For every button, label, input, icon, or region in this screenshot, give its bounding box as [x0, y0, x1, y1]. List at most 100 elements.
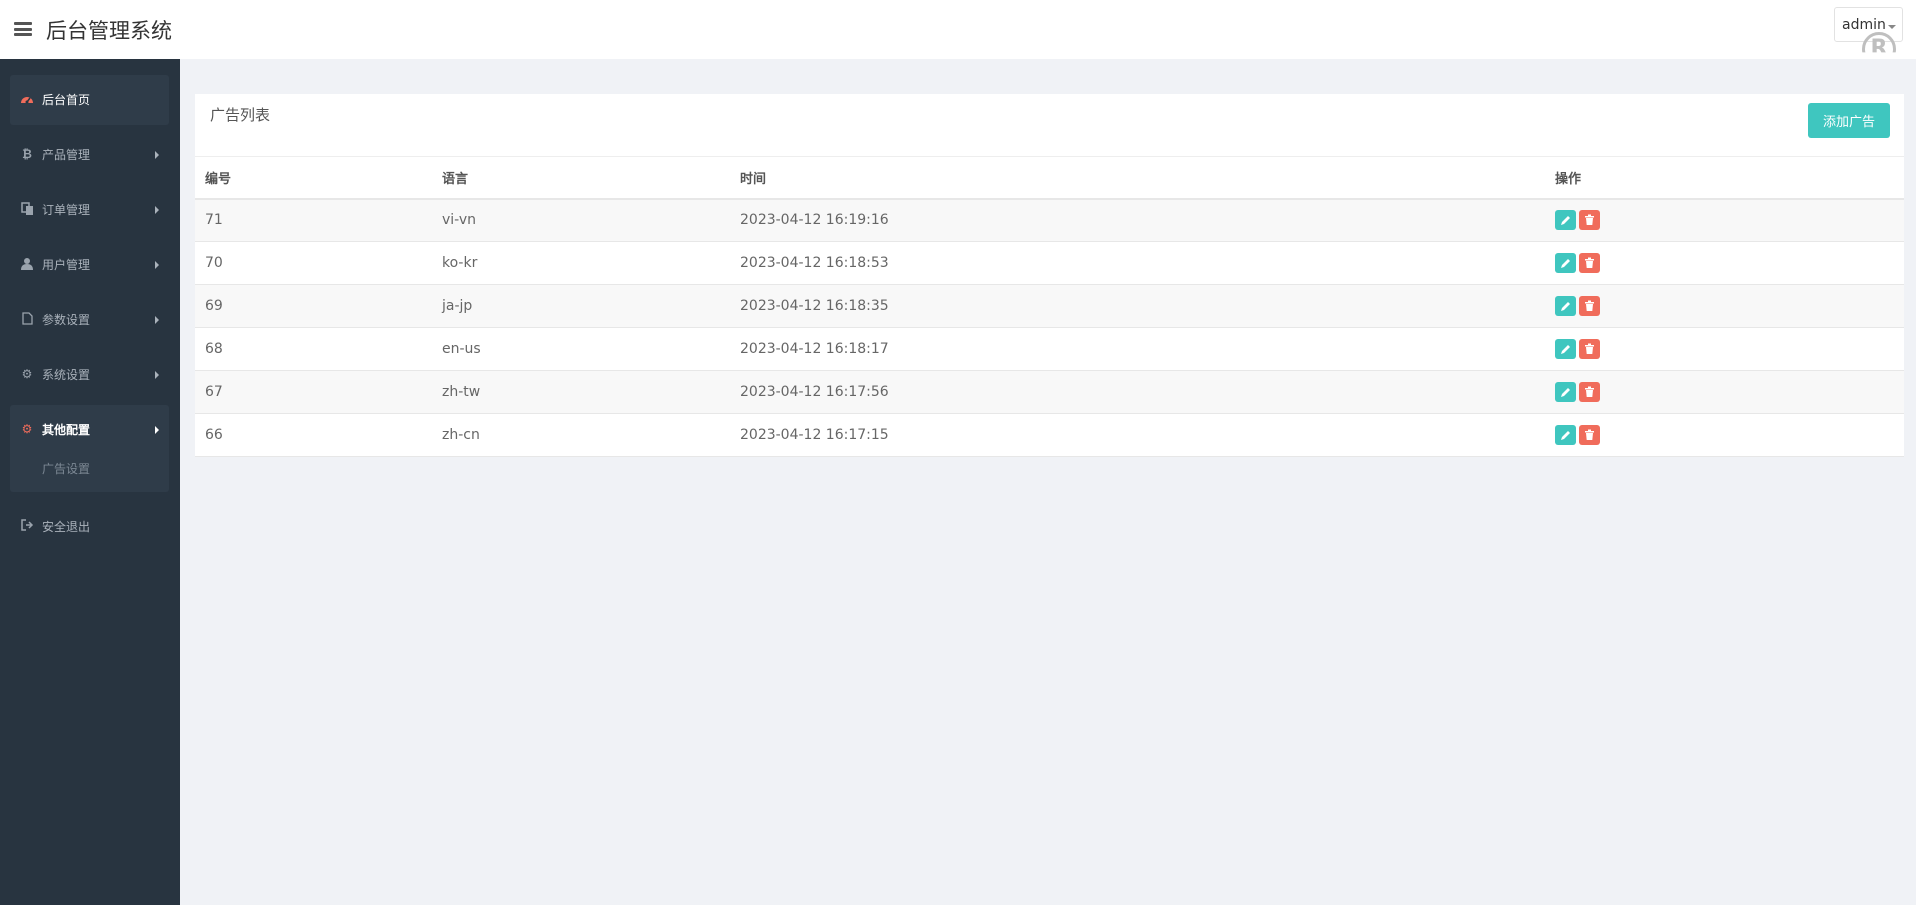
caret-right-icon: [155, 206, 159, 214]
caret-right-icon: [155, 371, 159, 379]
bitcoin-icon: ₿: [22, 147, 32, 161]
trash-icon: [1585, 214, 1594, 226]
sidebar-item-home[interactable]: 后台首页: [10, 75, 169, 125]
delete-button[interactable]: [1579, 296, 1600, 316]
cell-actions: [1555, 284, 1904, 328]
edit-button[interactable]: [1555, 339, 1576, 359]
edit-button[interactable]: [1555, 382, 1576, 402]
user-icon: [20, 257, 34, 271]
sidebar-item-label: 系统设置: [42, 368, 91, 382]
sidebar-item-logout[interactable]: 安全退出: [10, 502, 169, 552]
sidebar-item-label: 其他配置: [42, 423, 91, 437]
sidebar-item-label: 用户管理: [42, 258, 91, 272]
sidebar-item-params[interactable]: 参数设置: [10, 295, 169, 345]
trash-icon: [1585, 429, 1594, 440]
table-row: 71 vi-vn 2023-04-12 16:19:16: [195, 198, 1904, 242]
column-header-actions: 操作: [1555, 156, 1904, 200]
cell-time: 2023-04-12 16:18:53: [740, 241, 1555, 285]
sidebar-item-other[interactable]: ⚙ 其他配置 广告设置: [10, 405, 169, 492]
column-header-id: 编号: [195, 156, 442, 200]
add-ad-button[interactable]: 添加广告: [1808, 103, 1890, 138]
edit-button[interactable]: [1555, 253, 1576, 273]
cell-time: 2023-04-12 16:17:56: [740, 370, 1555, 414]
panel-title: 广告列表: [210, 106, 271, 124]
registered-mark-icon: R: [1862, 32, 1896, 53]
sidebar-item-products[interactable]: ₿ 产品管理: [10, 130, 169, 180]
sidebar-item-label: 订单管理: [42, 203, 91, 217]
delete-button[interactable]: [1579, 382, 1600, 402]
delete-button[interactable]: [1579, 210, 1600, 231]
app-title: 后台管理系统: [46, 19, 172, 43]
cell-time: 2023-04-12 16:17:15: [740, 413, 1555, 457]
pencil-icon: [1561, 259, 1570, 268]
cell-actions: [1555, 198, 1904, 242]
cell-time: 2023-04-12 16:19:16: [740, 198, 1555, 242]
cell-actions: [1555, 370, 1904, 414]
dashboard-icon: [20, 92, 34, 106]
edit-button[interactable]: [1555, 296, 1576, 316]
trash-icon: [1585, 300, 1594, 311]
copy-icon: [20, 202, 34, 216]
cell-id: 68: [195, 327, 442, 371]
username: admin: [1842, 17, 1886, 33]
cell-id: 67: [195, 370, 442, 414]
edit-button[interactable]: [1555, 425, 1576, 445]
pencil-icon: [1561, 345, 1570, 354]
top-header: 后台管理系统 admin R: [0, 0, 1916, 59]
cell-language: vi-vn: [442, 198, 740, 242]
file-icon: [20, 312, 34, 326]
sidebar-item-label: 参数设置: [42, 313, 91, 327]
table-header-row: 编号 语言 时间 操作: [195, 156, 1904, 200]
caret-right-icon: [155, 426, 159, 434]
sidebar-subitem-ads[interactable]: 广告设置: [42, 460, 90, 477]
table-row: 66 zh-cn 2023-04-12 16:17:15: [195, 413, 1904, 457]
trash-icon: [1585, 343, 1594, 354]
table-row: 69 ja-jp 2023-04-12 16:18:35: [195, 284, 1904, 328]
sign-out-icon: [20, 519, 34, 533]
cell-time: 2023-04-12 16:18:35: [740, 284, 1555, 328]
sidebar-item-system[interactable]: ⚙ 系统设置: [10, 350, 169, 400]
cell-actions: [1555, 241, 1904, 285]
cell-id: 71: [195, 198, 442, 242]
ad-table: 编号 语言 时间 操作 71 vi-vn 2023-04-12 16:19:16 70…: [195, 156, 1904, 457]
table-row: 67 zh-tw 2023-04-12 16:17:56: [195, 370, 1904, 414]
pencil-icon: [1561, 216, 1570, 226]
cell-actions: [1555, 327, 1904, 371]
pencil-icon: [1561, 431, 1570, 440]
trash-icon: [1585, 257, 1594, 268]
column-header-language: 语言: [442, 156, 740, 200]
sidebar-item-users[interactable]: 用户管理: [10, 240, 169, 290]
pencil-icon: [1561, 388, 1570, 397]
sidebar-item-orders[interactable]: 订单管理: [10, 185, 169, 235]
edit-button[interactable]: [1555, 210, 1576, 231]
cell-language: ja-jp: [442, 284, 740, 328]
table-row: 68 en-us 2023-04-12 16:18:17: [195, 327, 1904, 371]
caret-right-icon: [155, 316, 159, 324]
caret-right-icon: [155, 151, 159, 159]
cell-actions: [1555, 413, 1904, 457]
cell-time: 2023-04-12 16:18:17: [740, 327, 1555, 371]
delete-button[interactable]: [1579, 253, 1600, 273]
cell-language: en-us: [442, 327, 740, 371]
trash-icon: [1585, 386, 1594, 397]
cell-language: ko-kr: [442, 241, 740, 285]
delete-button[interactable]: [1579, 425, 1600, 445]
sidebar-item-label: 安全退出: [42, 520, 91, 534]
cell-id: 66: [195, 413, 442, 457]
column-header-time: 时间: [740, 156, 1555, 200]
pencil-icon: [1561, 302, 1570, 311]
sidebar: 后台首页 ₿ 产品管理 订单管理 用户管理 参数设置 ⚙ 系统设置 ⚙ 其他配置: [0, 59, 180, 905]
ad-list-panel: 广告列表 添加广告 编号 语言 时间 操作 71 vi-vn 2023-04-12 …: [195, 94, 1904, 457]
menu-toggle-icon[interactable]: [14, 22, 32, 36]
cell-language: zh-tw: [442, 370, 740, 414]
cell-language: zh-cn: [442, 413, 740, 457]
table-row: 70 ko-kr 2023-04-12 16:18:53: [195, 241, 1904, 285]
cell-id: 69: [195, 284, 442, 328]
caret-down-icon: [1888, 25, 1896, 29]
caret-right-icon: [155, 261, 159, 269]
gears-icon: ⚙: [21, 367, 33, 381]
delete-button[interactable]: [1579, 339, 1600, 359]
cog-icon: ⚙: [21, 422, 33, 436]
sidebar-item-label: 后台首页: [42, 93, 91, 107]
sidebar-item-label: 产品管理: [42, 148, 91, 162]
